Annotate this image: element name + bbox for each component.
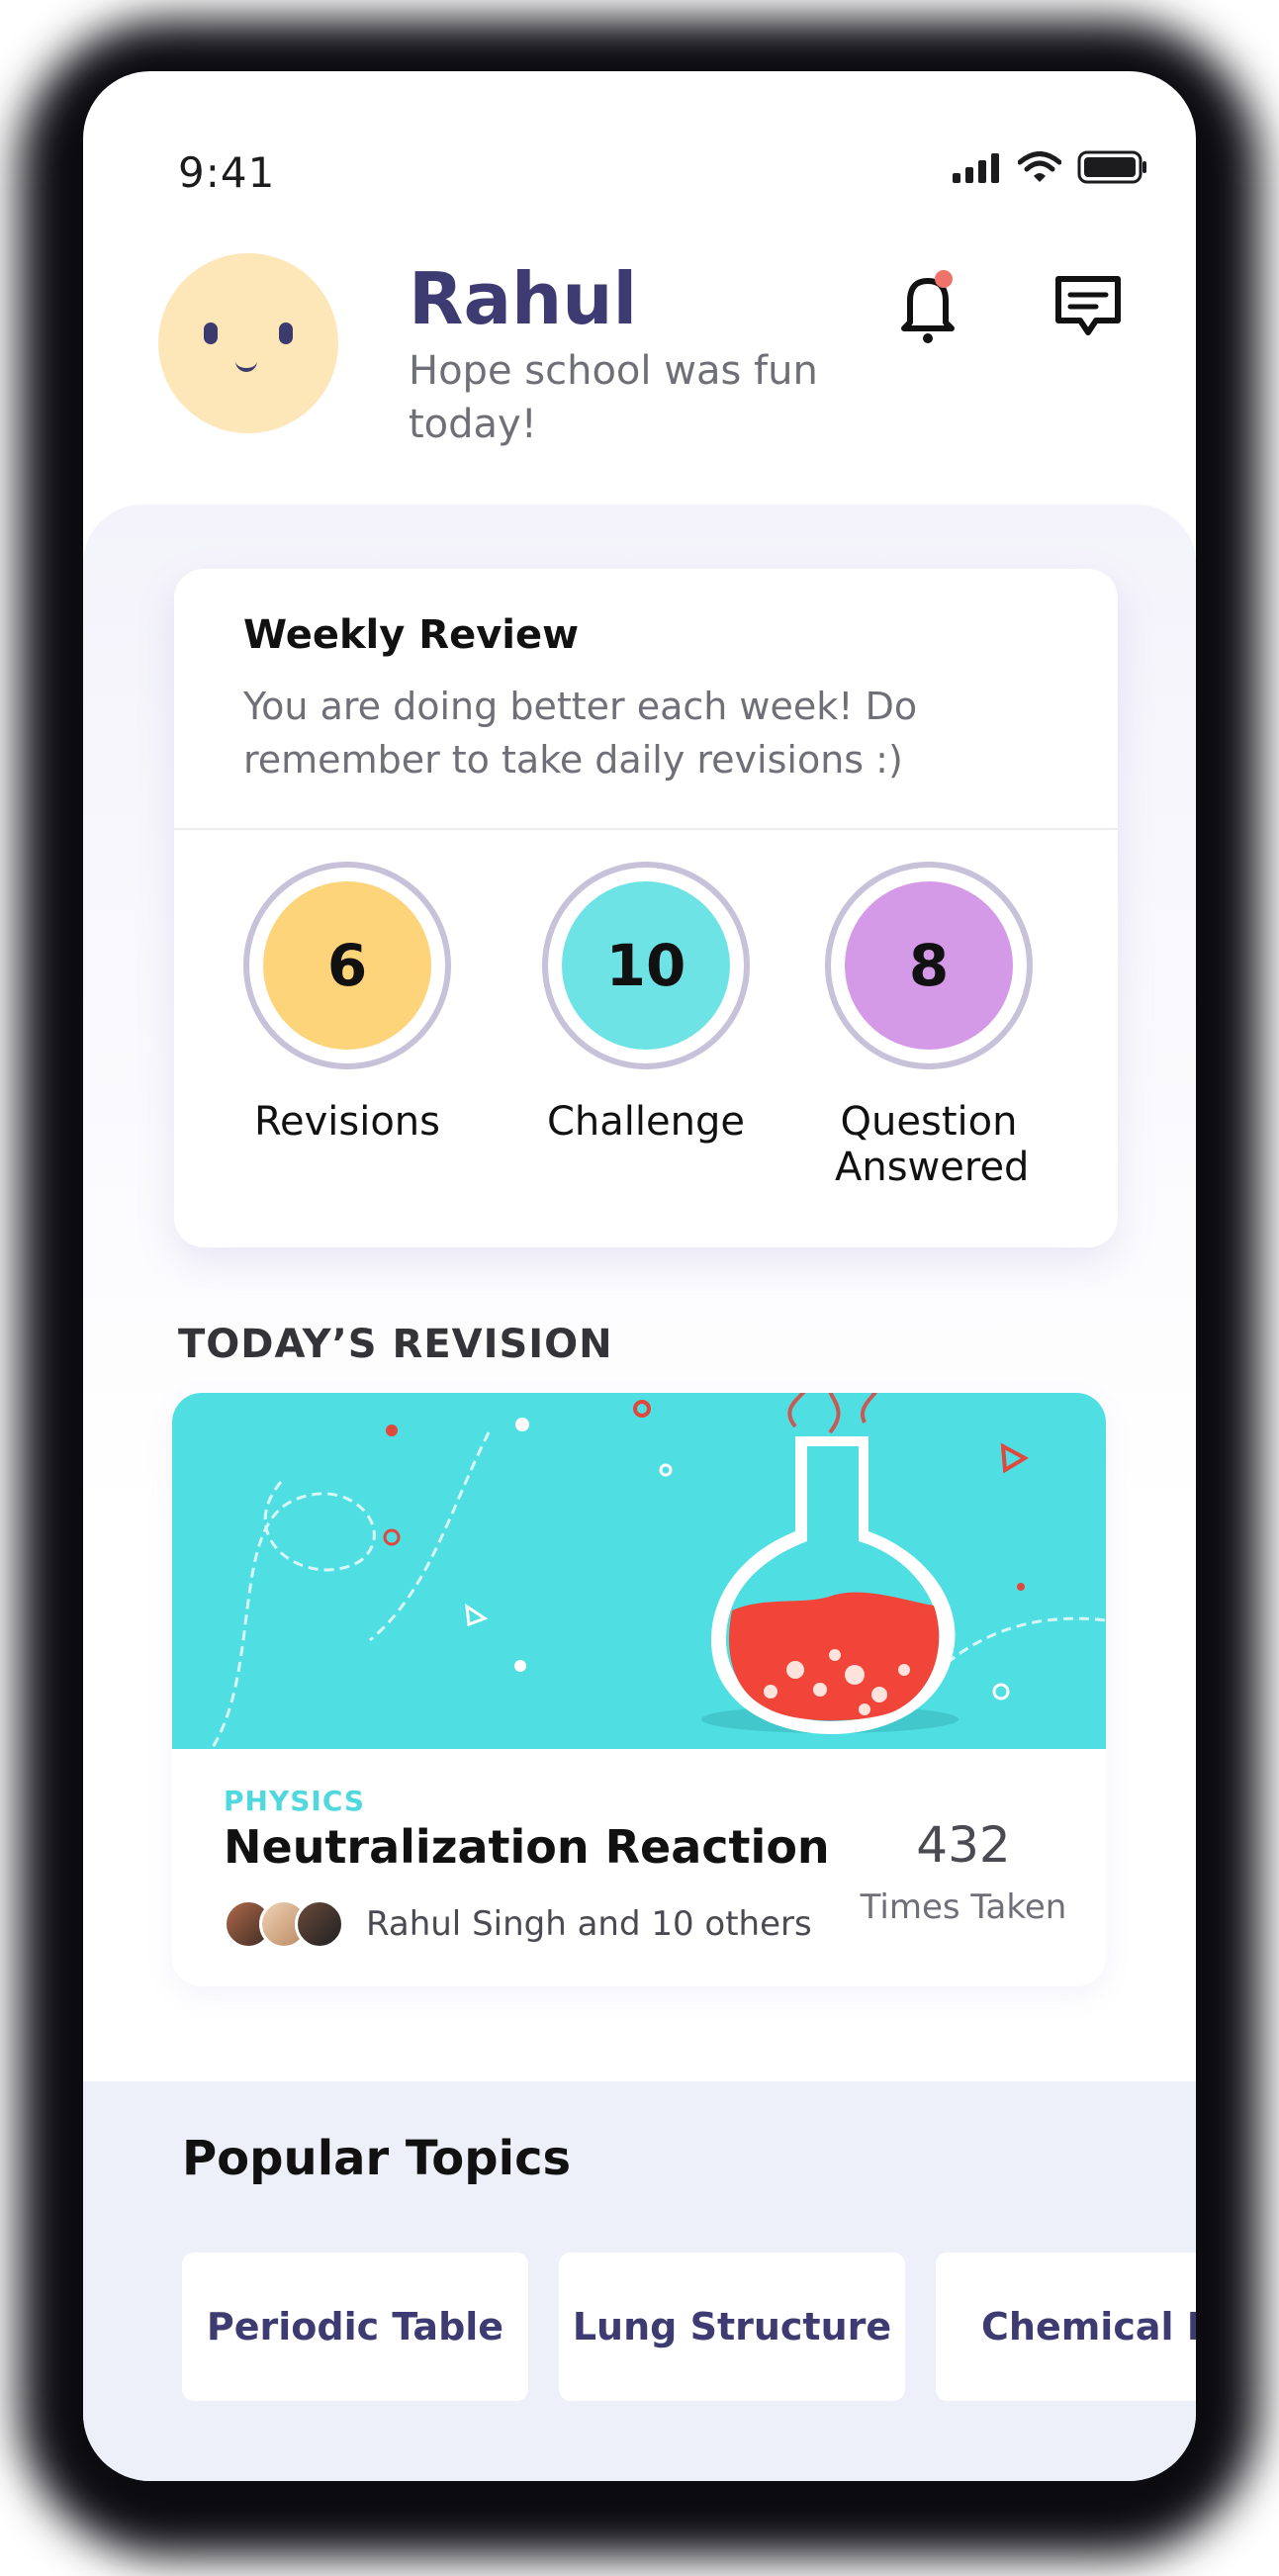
stat-ring: 6 — [243, 862, 451, 1069]
greeting-text: Hope school was fun today! — [409, 348, 818, 447]
stat-label: Revisions — [253, 1099, 440, 1145]
revision-card[interactable]: PHYSICS Neutralization Reaction Rahul Si… — [172, 1393, 1106, 1986]
stat-ring: 8 — [825, 862, 1033, 1069]
user-name: Rahul — [409, 257, 638, 340]
revision-subject: PHYSICS — [224, 1785, 366, 1817]
revision-title: Neutralization Reaction — [224, 1820, 830, 1874]
participants-text: Rahul Singh and 10 others — [366, 1904, 812, 1944]
times-taken-count: 432 — [916, 1816, 1011, 1874]
avatar-eye — [279, 322, 293, 344]
avatar-eye — [204, 322, 218, 344]
stat-value: 6 — [263, 881, 431, 1050]
status-icons — [953, 150, 1148, 184]
times-taken-label: Times Taken — [860, 1887, 1067, 1927]
stat-value: 10 — [562, 881, 730, 1050]
revision-illustration — [172, 1393, 1106, 1749]
stat-questions-answered[interactable]: 8 Question Answered — [785, 862, 1072, 1190]
avatar[interactable] — [158, 253, 338, 433]
popular-topics-heading: Popular Topics — [182, 2131, 572, 2186]
participants[interactable]: Rahul Singh and 10 others — [224, 1899, 812, 1949]
topic-chip-lung-structure[interactable]: Lung Structure — [559, 2253, 905, 2401]
topic-chip-chemical-reaction[interactable]: Chemical Re — [936, 2253, 1196, 2401]
stat-challenge[interactable]: 10 Challenge — [502, 862, 789, 1145]
battery-icon — [1077, 150, 1146, 184]
weekly-review-message: You are doing better each week! Do remem… — [243, 685, 918, 782]
chat-icon — [1055, 276, 1121, 335]
todays-revision-heading: TODAY’S REVISION — [178, 1322, 613, 1367]
status-time: 9:41 — [178, 148, 276, 197]
phone-screen: 9:41 Rahul Hope school was fun today! We… — [83, 71, 1196, 2481]
weekly-review-title: Weekly Review — [243, 612, 580, 658]
signal-icon — [953, 153, 999, 183]
stat-label: Question Answered — [835, 1099, 1030, 1190]
stat-revisions[interactable]: 6 Revisions — [204, 862, 491, 1145]
messages-button[interactable] — [1052, 271, 1124, 346]
stat-value: 8 — [845, 881, 1013, 1050]
participant-avatar — [295, 1899, 344, 1949]
weekly-review-card[interactable]: Weekly Review You are doing better each … — [174, 569, 1118, 1247]
divider — [174, 828, 1118, 830]
stat-ring: 10 — [542, 862, 750, 1069]
notification-button[interactable] — [896, 267, 959, 350]
wifi-icon — [1018, 151, 1061, 182]
stat-label: Challenge — [547, 1099, 745, 1145]
avatar-mouth — [235, 360, 257, 372]
bell-icon — [901, 270, 955, 343]
topic-chip-periodic-table[interactable]: Periodic Table — [182, 2253, 528, 2401]
